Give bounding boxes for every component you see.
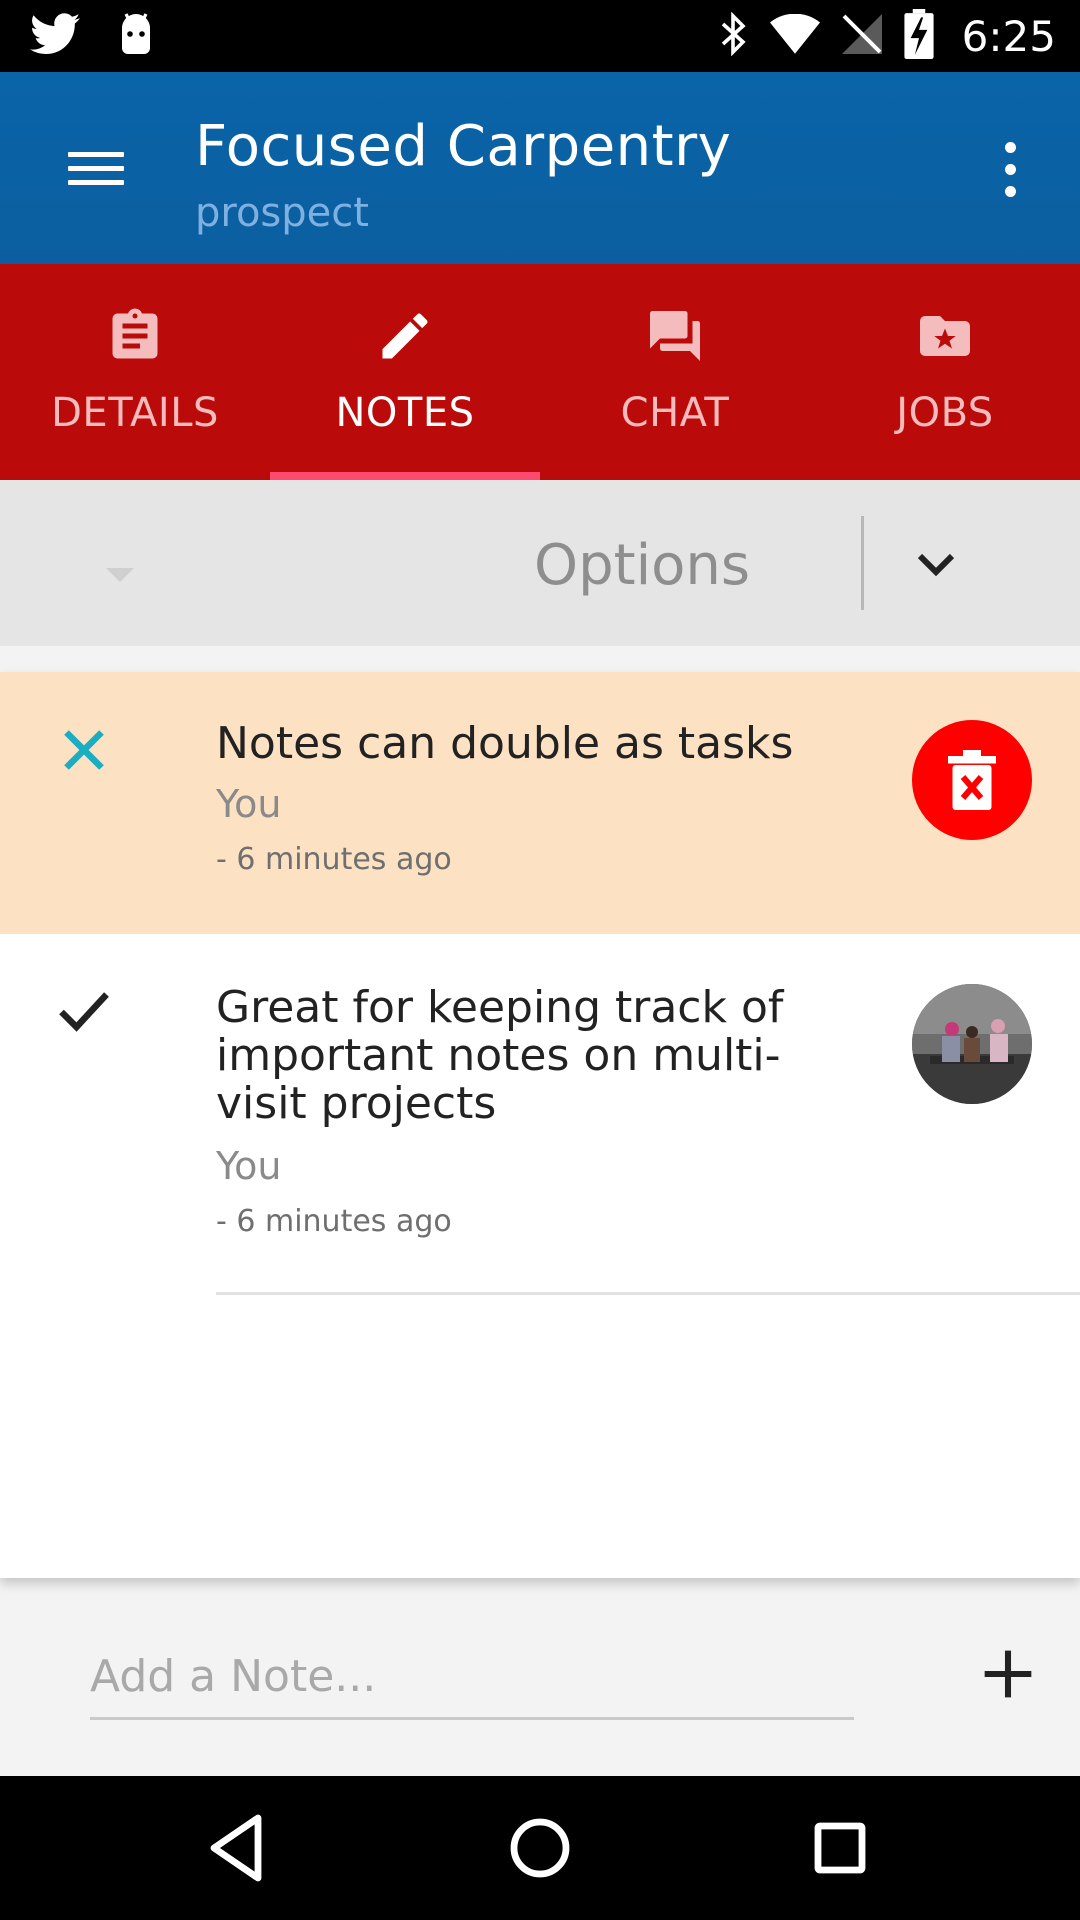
pencil-icon	[375, 306, 435, 366]
tab-details[interactable]: DETAILS	[0, 264, 270, 480]
note-author: You	[216, 1144, 282, 1188]
recents-icon[interactable]	[798, 1806, 882, 1890]
tab-chat[interactable]: CHAT	[540, 264, 810, 480]
notes-list: Notes can double as tasks You - 6 minute…	[0, 672, 1080, 1578]
list-divider	[216, 1292, 1080, 1295]
options-label[interactable]: Options	[534, 533, 750, 598]
wifi-icon	[769, 13, 820, 59]
note-timestamp: - 6 minutes ago	[216, 1204, 452, 1239]
tab-jobs[interactable]: JOBS	[810, 264, 1080, 480]
photo-thumbnail[interactable]	[912, 984, 1032, 1104]
tab-label: CHAT	[620, 390, 730, 436]
add-note-button[interactable]	[980, 1646, 1036, 1702]
caret-down-icon[interactable]	[106, 568, 134, 582]
bluetooth-icon	[718, 11, 748, 61]
page-subtitle: prospect	[195, 190, 369, 236]
tab-label: NOTES	[335, 390, 475, 436]
divider	[861, 516, 864, 610]
note-author: You	[216, 782, 282, 826]
list-item[interactable]: Notes can double as tasks You - 6 minute…	[0, 672, 1080, 934]
battery-charging-icon	[904, 8, 934, 64]
tab-bar: DETAILS NOTES CHAT JOBS	[0, 264, 1080, 480]
more-vert-icon[interactable]	[990, 140, 1030, 200]
back-icon[interactable]	[198, 1806, 282, 1890]
system-nav-bar	[0, 1776, 1080, 1920]
tab-label: JOBS	[896, 390, 994, 436]
clock-time: 6:25	[961, 11, 1056, 61]
add-note-input[interactable]	[90, 1636, 854, 1720]
note-timestamp: - 6 minutes ago	[216, 842, 452, 877]
no-sim-icon	[841, 13, 882, 59]
status-bar: 6:25	[0, 0, 1080, 72]
note-title: Great for keeping track of important not…	[216, 982, 784, 1129]
chevron-down-icon[interactable]	[908, 542, 964, 586]
list-item[interactable]: Great for keeping track of important not…	[0, 934, 1080, 1294]
note-title: Notes can double as tasks	[216, 718, 794, 769]
starred-folder-icon	[915, 306, 975, 366]
clipboard-icon	[105, 306, 165, 366]
hamburger-menu-icon[interactable]	[60, 144, 132, 192]
close-icon[interactable]	[54, 720, 114, 780]
tab-label: DETAILS	[51, 390, 219, 436]
delete-button[interactable]	[912, 720, 1032, 840]
tab-notes[interactable]: NOTES	[270, 264, 540, 480]
twitter-icon	[30, 13, 80, 60]
page-title: Focused Carpentry	[195, 114, 732, 179]
active-tab-indicator	[270, 472, 540, 480]
checkmark-icon[interactable]	[54, 982, 114, 1042]
android-icon	[116, 12, 156, 61]
delete-icon	[948, 750, 996, 815]
home-icon[interactable]	[498, 1806, 582, 1890]
chat-icon	[645, 306, 705, 366]
app-bar: Focused Carpentry prospect	[0, 72, 1080, 264]
